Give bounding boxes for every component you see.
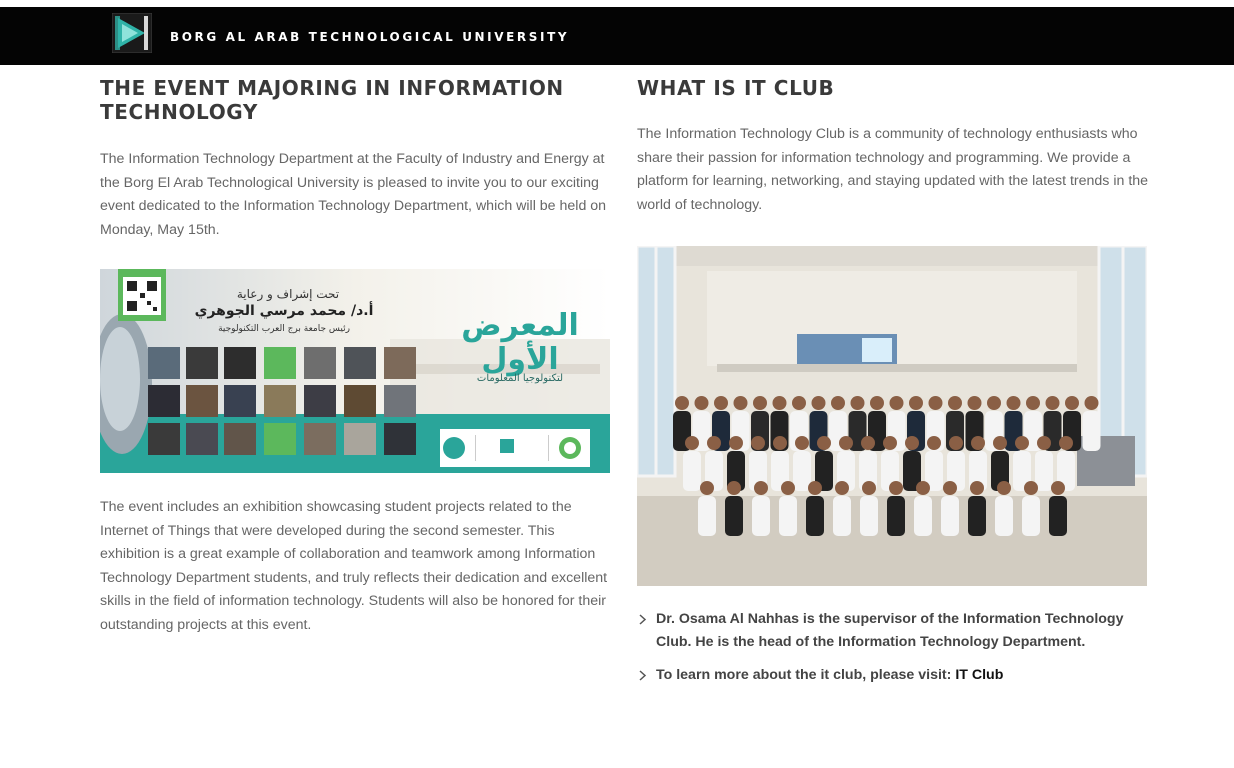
person-body [968,496,986,536]
person-head [850,396,865,410]
person-head [733,396,748,410]
person-body [995,496,1013,536]
person-head [694,396,709,410]
person-head [700,481,714,495]
person-head [889,481,903,495]
banner-exhibition-subtitle: لتكنولوجيا المعلومات [476,373,564,384]
person-head [1045,396,1060,410]
person-head [835,481,849,495]
person-head [862,481,876,495]
person-head [1051,481,1065,495]
chevron-right-icon [639,670,647,681]
banner-patron-title: رئيس جامعة برج العرب التكنولوجية [218,324,350,334]
person-head [1084,396,1099,410]
person-head [927,436,941,450]
club-group-photo [637,246,1147,586]
person-body [1022,496,1040,536]
person-head [889,396,904,410]
top-navbar: BORG AL ARAB TECHNOLOGICAL UNIVERSITY [0,0,1234,65]
person-head [675,396,689,410]
group-photo-graphic [637,246,1147,586]
person-head [883,436,897,450]
person-head [967,396,982,410]
person-head [714,396,728,410]
person-body [779,496,797,536]
person-head [1015,436,1029,450]
person-head [751,436,765,450]
person-head [1037,436,1051,450]
person-head [928,396,943,410]
list-item: Dr. Osama Al Nahhas is the supervisor of… [637,608,1149,654]
person-head [839,436,853,450]
person-body [725,496,743,536]
person-body [887,496,905,536]
person-head [870,396,884,410]
person-head [817,436,831,450]
learn-more-text: To learn more about the it club, please … [656,667,956,683]
person-head [781,481,795,495]
person-head [1065,396,1079,410]
event-details-paragraph: The event includes an exhibition showcas… [100,499,608,633]
person-body [914,496,932,536]
person-head [905,436,919,450]
person-body [1035,451,1053,491]
person-head [1024,481,1038,495]
person-body [683,451,701,491]
person-body [941,496,959,536]
person-head [773,436,787,450]
person-head [729,436,743,450]
person-head [727,481,741,495]
person-head [685,436,699,450]
person-head [943,481,957,495]
person-head [970,481,984,495]
person-body [806,496,824,536]
person-head [1026,396,1040,410]
list-item: To learn more about the it club, please … [637,664,1149,687]
it-club-info-list: Dr. Osama Al Nahhas is the supervisor of… [637,608,1149,697]
person-body [833,496,851,536]
person-head [916,481,930,495]
person-head [997,481,1011,495]
person-head [792,396,806,410]
person-head [808,481,822,495]
person-head [987,396,1001,410]
event-intro-paragraph: The Information Technology Department at… [100,151,607,238]
supervisor-info-text: Dr. Osama Al Nahhas is the supervisor of… [656,611,1124,650]
banner-exhibition-title: المعرض الأول [461,308,579,377]
person-head [1059,436,1073,450]
person-head [971,436,985,450]
person-head [993,436,1007,450]
banner-patronage-line: تحت إشراف و رعاية [236,287,340,301]
person-head [811,396,826,410]
person-head [831,396,845,410]
it-club-title: WHAT IS IT CLUB [637,76,835,100]
university-name[interactable]: BORG AL ARAB TECHNOLOGICAL UNIVERSITY [170,30,569,44]
person-body [698,496,716,536]
person-body [860,496,878,536]
it-club-link[interactable]: IT Club [955,667,1003,683]
person-head [772,396,787,410]
person-head [949,436,963,450]
person-head [754,481,768,495]
chevron-right-icon [639,614,647,625]
exhibition-banner-image: تحت إشراف و رعاية أ.د/ محمد مرسي الجوهري… [100,269,610,473]
person-head [909,396,923,410]
person-body [793,451,811,491]
person-head [1006,396,1021,410]
event-title: THE EVENT MAJORING IN INFORMATION TECHNO… [100,76,564,124]
person-head [753,396,767,410]
banner-patron-name: أ.د/ محمد مرسي الجوهري [194,303,374,319]
person-body [1082,411,1101,451]
person-head [795,436,809,450]
person-head [707,436,721,450]
play-triangle-logo-icon [111,12,153,54]
it-club-description: The Information Technology Club is a com… [637,126,1149,213]
person-body [1049,496,1067,536]
person-head [948,396,962,410]
person-body [752,496,770,536]
person-head [861,436,875,450]
university-logo[interactable] [111,12,153,54]
